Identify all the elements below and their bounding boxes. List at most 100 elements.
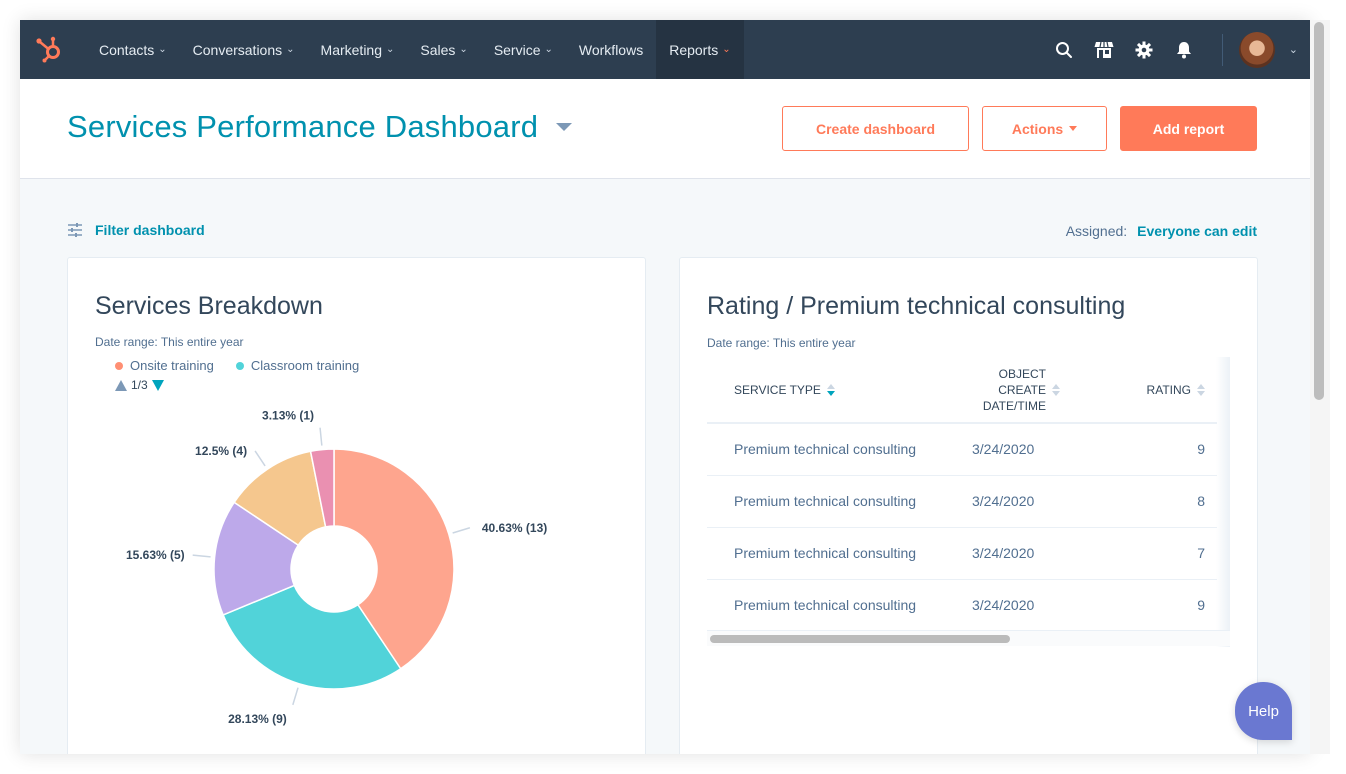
legend-dot [235,361,244,370]
filter-dashboard-button[interactable]: Filter dashboard [67,222,205,238]
sort-icon[interactable] [1197,383,1205,396]
scrollbar-thumb[interactable] [1314,22,1324,400]
nav-utilities: ⌄ [1044,20,1310,79]
chevron-down-icon: ⌄ [158,44,167,55]
cell-date: 3/24/2020 [972,475,1112,528]
column-header-service-type[interactable]: Service type [707,357,972,424]
nav-item-reports[interactable]: Reports ⌄ [656,20,744,79]
settings-icon[interactable] [1127,33,1161,67]
cell-service-type: Premium technical consulting [707,527,972,580]
chevron-down-icon: ⌄ [544,44,553,55]
legend-pager: 1/3 [115,378,164,392]
add-report-button[interactable]: Add report [1120,106,1257,151]
search-icon[interactable] [1047,33,1081,67]
nav-item-label: Service [493,41,541,58]
nav-item-service[interactable]: Service ⌄ [481,20,566,79]
actions-button[interactable]: Actions [982,106,1107,151]
nav-item-contacts[interactable]: Contacts ⌄ [86,20,180,79]
caret-down-icon [556,123,573,131]
cell-rating: 9 [1112,579,1217,632]
label-leader-line [192,554,211,558]
help-label: Help [1248,702,1279,720]
card-title[interactable]: Services Breakdown [95,292,323,321]
chevron-down-icon: ⌄ [286,44,295,55]
filter-sliders-icon [68,223,82,237]
button-label: Create dashboard [815,120,936,137]
hubspot-logo-icon[interactable] [34,34,64,64]
legend-prev-icon[interactable] [115,379,127,391]
table-header-row: Service type Object create date/time Rat… [707,357,1217,424]
table-row: Premium technical consulting 3/24/2020 7 [707,527,1217,580]
chevron-down-icon: ⌄ [386,44,395,55]
legend-dot [115,361,123,370]
cell-date: 3/24/2020 [972,423,1112,476]
label-leader-line [254,450,266,467]
table-row: Premium technical consulting 3/24/2020 9 [707,423,1217,476]
dashboard-selector[interactable]: Services Performance Dashboard [67,109,573,145]
label-leader-line [319,427,323,446]
cell-service-type: Premium technical consulting [707,423,972,476]
legend-page-indicator: 1/3 [131,378,148,392]
legend-item[interactable]: Onsite training [115,358,214,373]
cell-service-type: Premium technical consulting [707,579,972,632]
table-row: Premium technical consulting 3/24/2020 8 [707,475,1217,528]
nav-item-label: Reports [669,41,719,58]
nav-item-marketing[interactable]: Marketing ⌄ [308,20,408,79]
assigned-permission-link[interactable]: Everyone can edit [1137,223,1257,239]
column-header-create-date[interactable]: Object create date/time [972,357,1112,424]
slice-data-label: 3.13% (1) [262,409,314,423]
legend-item[interactable]: Classroom training [235,358,360,373]
create-dashboard-button[interactable]: Create dashboard [782,106,969,151]
sort-icon[interactable] [826,383,835,396]
legend-label: Classroom training [250,358,360,373]
label-leader-line [452,527,471,534]
nav-item-sales[interactable]: Sales ⌄ [407,20,480,79]
nav-item-label: Workflows [578,41,644,58]
page-title: Services Performance Dashboard [67,109,539,144]
cell-rating: 8 [1112,475,1217,528]
date-range: Date range: This entire year [707,336,856,350]
chart-legend: Onsite training Classroom training [115,358,381,373]
column-label: Service type [734,382,821,397]
nav-item-label: Marketing [320,41,382,58]
cell-rating: 7 [1112,527,1217,580]
nav-item-label: Conversations [192,41,283,58]
date-range: Date range: This entire year [95,335,244,349]
legend-next-icon[interactable] [151,379,164,391]
help-button[interactable]: Help [1235,682,1292,740]
nav-item-conversations[interactable]: Conversations ⌄ [180,20,308,79]
assigned-label: Assigned: [1065,223,1128,239]
label-leader-line [292,687,299,706]
app-window: Contacts ⌄ Conversations ⌄ Marketing ⌄ Sale… [20,20,1310,754]
filter-dashboard-label: Filter dashboard [95,222,205,238]
assigned-info: Assigned: Everyone can edit [1066,223,1257,239]
rating-card: Rating / Premium technical consulting Da… [679,257,1258,754]
scroll-shadow [1216,357,1230,647]
cell-date: 3/24/2020 [972,527,1112,580]
donut-chart: 40.63% (13) 28.13% (9) 15.63% (5) 12.5% (4)… [126,409,547,726]
user-avatar[interactable] [1238,31,1275,68]
chevron-down-icon[interactable]: ⌄ [1289,43,1298,56]
slice-data-label: 15.63% (5) [126,548,185,562]
nav-item-workflows[interactable]: Workflows [566,20,656,79]
nav-item-label: Sales [420,41,456,58]
table-row: Premium technical consulting 3/24/2020 9 [707,579,1217,632]
page-vertical-scrollbar[interactable] [1310,20,1330,754]
scrollbar-thumb[interactable] [710,635,1010,643]
dashboard-header: Services Performance Dashboard Create da… [20,79,1310,179]
card-title[interactable]: Rating / Premium technical consulting [707,292,1125,321]
button-label: Add report [1152,120,1225,137]
report-table-container: Service type Object create date/time Rat… [707,357,1230,647]
column-header-rating[interactable]: Rating [1112,357,1217,424]
notifications-icon[interactable] [1167,33,1201,67]
table-horizontal-scrollbar[interactable] [707,630,1230,646]
sort-icon[interactable] [1052,383,1060,396]
button-label: Actions [1011,120,1064,137]
top-navigation: Contacts ⌄ Conversations ⌄ Marketing ⌄ Sale… [20,20,1310,79]
column-label: Rating [1146,382,1191,397]
cell-date: 3/24/2020 [972,579,1112,632]
marketplace-icon[interactable] [1087,33,1121,67]
nav-menu: Contacts ⌄ Conversations ⌄ Marketing ⌄ Sale… [86,20,744,79]
column-label: Object create date/time [982,366,1046,413]
slice-data-label: 28.13% (9) [228,712,287,726]
